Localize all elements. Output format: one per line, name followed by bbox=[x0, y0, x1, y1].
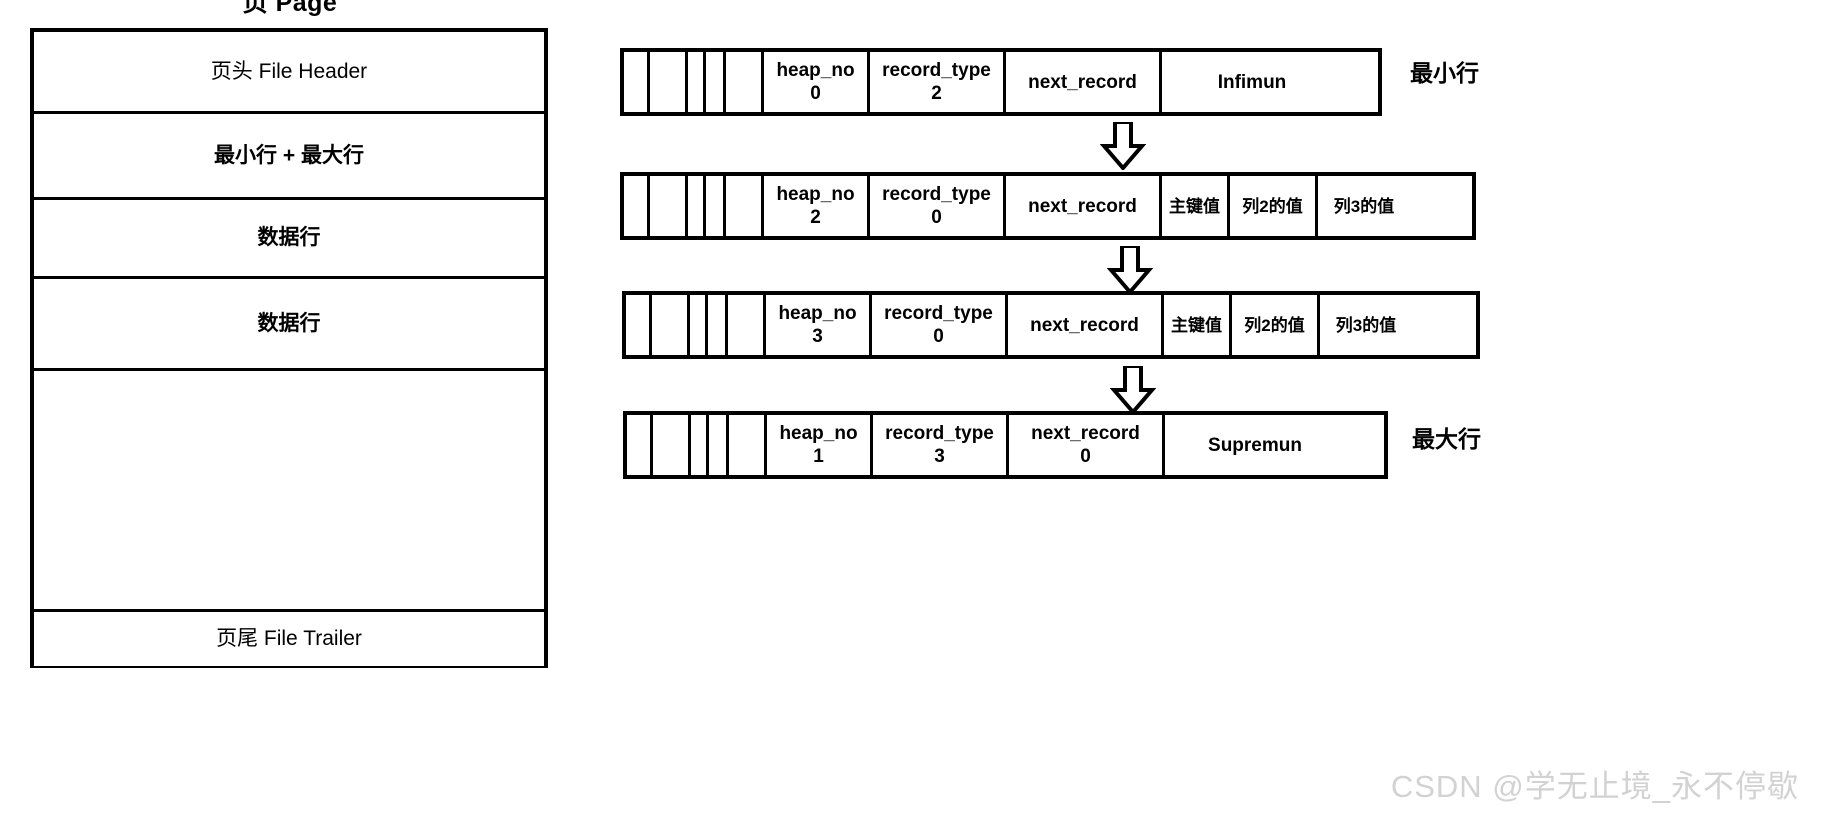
record-field-record-type: record_type 2 bbox=[870, 52, 1006, 112]
record-field-key: next_record bbox=[1028, 195, 1137, 217]
watermark-text: CSDN @学无止境_永不停歇 bbox=[1390, 769, 1799, 804]
record-field-payload: 列3的值 bbox=[1318, 176, 1410, 236]
page-section-free-space bbox=[34, 371, 544, 612]
record-field-blank bbox=[624, 52, 650, 112]
record-field-next-record: next_record 0 bbox=[1009, 415, 1165, 475]
page-section-label: 数据行 bbox=[257, 311, 321, 335]
record-field-next-record: next_record bbox=[1006, 176, 1162, 236]
record-field-payload: 列2的值 bbox=[1232, 295, 1320, 355]
record-row-label-min: 最小行 bbox=[1410, 60, 1479, 86]
page-section-min-max-row: 最小行 + 最大行 bbox=[34, 114, 544, 200]
record-field-value: 0 bbox=[1080, 446, 1091, 467]
record-row-label-max: 最大行 bbox=[1412, 426, 1481, 452]
record-field-blank bbox=[688, 52, 706, 112]
record-field-record-type: record_type 0 bbox=[870, 176, 1006, 236]
record-field-heap-no: heap_no 0 bbox=[764, 52, 870, 112]
record-payload-value: 列3的值 bbox=[1333, 196, 1395, 216]
record-field-payload: 列2的值 bbox=[1230, 176, 1318, 236]
record-field-key: next_record bbox=[1028, 71, 1137, 93]
record-field-key: record_type bbox=[885, 423, 994, 444]
page-title: 页 Page bbox=[242, 0, 338, 17]
record-field-heap-no: heap_no 2 bbox=[764, 176, 870, 236]
record-field-record-type: record_type 3 bbox=[873, 415, 1009, 475]
record-payload-value: 列3的值 bbox=[1335, 315, 1397, 335]
page-section-label: 最小行 + 最大行 bbox=[214, 143, 364, 167]
record-field-blank bbox=[706, 176, 726, 236]
record-field-value: 3 bbox=[934, 446, 945, 467]
page-section-data-row-2: 数据行 bbox=[34, 279, 544, 371]
page-section-label: 数据行 bbox=[257, 226, 321, 249]
record-payload-value: Supremun bbox=[1208, 434, 1302, 456]
record-field-value: 2 bbox=[810, 207, 821, 228]
record-field-blank bbox=[688, 176, 706, 236]
record-field-blank bbox=[627, 415, 653, 475]
record-field-payload: 主键值 bbox=[1164, 295, 1232, 355]
record-payload-value: 主键值 bbox=[1171, 315, 1222, 335]
record-field-blank bbox=[708, 295, 728, 355]
record-payload-value: 列2的值 bbox=[1244, 315, 1305, 335]
record-payload-value: 列2的值 bbox=[1242, 196, 1303, 216]
record-field-payload: Infimun bbox=[1162, 52, 1342, 112]
record-field-key: next_record bbox=[1031, 423, 1140, 444]
record-field-value: 0 bbox=[810, 83, 821, 104]
record-field-blank bbox=[709, 415, 729, 475]
record-field-key: heap_no bbox=[778, 303, 857, 324]
record-field-key: heap_no bbox=[779, 423, 858, 444]
page-section-file-header: 页头 File Header bbox=[34, 32, 544, 114]
record-field-blank bbox=[653, 415, 691, 475]
record-field-value: 0 bbox=[933, 326, 944, 347]
record-field-key: record_type bbox=[882, 184, 991, 205]
record-field-heap-no: heap_no 3 bbox=[766, 295, 872, 355]
page-section-file-trailer: 页尾 File Trailer bbox=[34, 612, 544, 666]
page-section-data-row-1: 数据行 bbox=[34, 200, 544, 279]
record-field-heap-no: heap_no 1 bbox=[767, 415, 873, 475]
record-field-value: 0 bbox=[931, 207, 942, 228]
record-field-key: next_record bbox=[1030, 314, 1139, 336]
down-arrow-icon bbox=[1107, 246, 1153, 294]
record-field-value: 3 bbox=[812, 326, 823, 347]
record-field-blank bbox=[626, 295, 652, 355]
record-row-supremum: heap_no 1 record_type 3 next_record 0 Su… bbox=[623, 411, 1388, 479]
record-field-blank bbox=[729, 415, 767, 475]
record-field-payload: Supremun bbox=[1165, 415, 1345, 475]
record-field-next-record: next_record bbox=[1006, 52, 1162, 112]
record-field-blank bbox=[650, 52, 688, 112]
down-arrow-icon bbox=[1100, 122, 1146, 170]
record-field-blank bbox=[652, 295, 690, 355]
record-field-blank bbox=[728, 295, 766, 355]
record-field-key: record_type bbox=[882, 60, 991, 81]
record-field-blank bbox=[624, 176, 650, 236]
record-payload-value: Infimun bbox=[1217, 71, 1287, 93]
down-arrow-icon bbox=[1110, 366, 1156, 414]
record-row-infimum: heap_no 0 record_type 2 next_record Infi… bbox=[620, 48, 1382, 116]
record-field-next-record: next_record bbox=[1008, 295, 1164, 355]
record-field-value: 1 bbox=[813, 446, 824, 467]
record-field-key: heap_no bbox=[776, 60, 855, 81]
page-section-label: 页头 File Header bbox=[210, 59, 368, 83]
record-field-payload: 主键值 bbox=[1162, 176, 1230, 236]
record-field-blank bbox=[726, 176, 764, 236]
record-field-payload: 列3的值 bbox=[1320, 295, 1412, 355]
record-list-diagram: heap_no 0 record_type 2 next_record Infi… bbox=[620, 0, 1810, 520]
record-field-blank bbox=[690, 295, 708, 355]
record-field-record-type: record_type 0 bbox=[872, 295, 1008, 355]
record-field-blank bbox=[691, 415, 709, 475]
record-field-key: heap_no bbox=[776, 184, 855, 205]
record-payload-value: 主键值 bbox=[1169, 196, 1220, 216]
record-field-blank bbox=[706, 52, 726, 112]
record-field-key: record_type bbox=[884, 303, 993, 324]
record-field-value: 2 bbox=[931, 83, 942, 104]
page-structure-diagram: 页 Page 页头 File Header 最小行 + 最大行 数据行 数据行 … bbox=[30, 0, 550, 790]
record-row-user-3: heap_no 3 record_type 0 next_record 主键值 … bbox=[622, 291, 1480, 359]
record-field-blank bbox=[650, 176, 688, 236]
page-section-label: 页尾 File Trailer bbox=[216, 627, 362, 650]
page-box: 页头 File Header 最小行 + 最大行 数据行 数据行 页尾 File… bbox=[30, 28, 548, 668]
record-row-user-2: heap_no 2 record_type 0 next_record 主键值 … bbox=[620, 172, 1476, 240]
record-field-blank bbox=[726, 52, 764, 112]
